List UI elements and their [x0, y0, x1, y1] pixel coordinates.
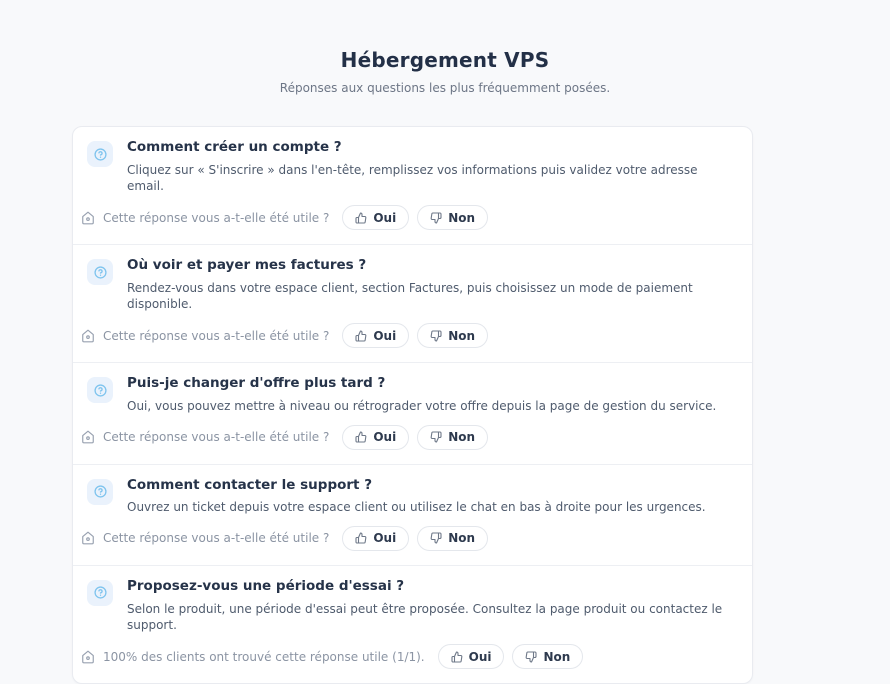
faq-question: Puis-je changer d'offre plus tard ? [127, 375, 716, 393]
feedback-text: Cette réponse vous a-t-elle été utile ? [103, 211, 329, 225]
faq-item: Puis-je changer d'offre plus tard ? Oui,… [73, 363, 752, 464]
help-circle-icon [87, 479, 113, 505]
vote-yes-label: Oui [373, 329, 396, 343]
faq-answer: Oui, vous pouvez mettre à niveau ou rétr… [127, 398, 716, 415]
vote-no-button[interactable]: Non [417, 526, 488, 551]
thumbs-up-icon [355, 431, 367, 443]
feedback-text: Cette réponse vous a-t-elle été utile ? [103, 329, 329, 343]
thumbs-down-icon [430, 330, 442, 342]
faq-question: Comment créer un compte ? [127, 139, 732, 157]
vote-yes-label: Oui [373, 430, 396, 444]
faq-card: Comment créer un compte ? Cliquez sur « … [72, 126, 753, 684]
thumbs-down-icon [430, 212, 442, 224]
vote-yes-button[interactable]: Oui [342, 526, 409, 551]
thumbs-up-icon [355, 330, 367, 342]
help-circle-icon [87, 377, 113, 403]
faq-item-texts: Comment contacter le support ? Ouvrez un… [127, 477, 706, 516]
home-icon [81, 531, 95, 545]
vote-no-button[interactable]: Non [417, 425, 488, 450]
faq-item: Où voir et payer mes factures ? Rendez-v… [73, 245, 752, 363]
help-circle-icon [87, 141, 113, 167]
faq-item-main: Comment créer un compte ? Cliquez sur « … [81, 139, 732, 195]
vote-no-label: Non [448, 531, 475, 545]
thumbs-down-icon [430, 532, 442, 544]
faq-feedback-row: Cette réponse vous a-t-elle été utile ? … [81, 323, 732, 348]
vote-yes-button[interactable]: Oui [342, 323, 409, 348]
thumbs-up-icon [451, 651, 463, 663]
thumbs-up-icon [355, 532, 367, 544]
help-circle-icon [87, 580, 113, 606]
vote-no-label: Non [448, 211, 475, 225]
vote-yes-button[interactable]: Oui [438, 644, 505, 669]
faq-item-texts: Où voir et payer mes factures ? Rendez-v… [127, 257, 732, 313]
faq-question: Où voir et payer mes factures ? [127, 257, 732, 275]
vote-yes-label: Oui [373, 211, 396, 225]
help-circle-icon [87, 259, 113, 285]
faq-feedback-row: 100% des clients ont trouvé cette répons… [81, 644, 732, 669]
thumbs-up-icon [355, 212, 367, 224]
faq-answer: Cliquez sur « S'inscrire » dans l'en-têt… [127, 162, 732, 196]
faq-item-main: Puis-je changer d'offre plus tard ? Oui,… [81, 375, 732, 414]
faq-answer: Selon le produit, une période d'essai pe… [127, 601, 732, 635]
home-icon [81, 650, 95, 664]
page-header: Hébergement VPS Réponses aux questions l… [0, 0, 890, 95]
home-icon [81, 211, 95, 225]
vote-no-label: Non [543, 650, 570, 664]
faq-feedback-row: Cette réponse vous a-t-elle été utile ? … [81, 205, 732, 230]
thumbs-down-icon [525, 651, 537, 663]
feedback-text: Cette réponse vous a-t-elle été utile ? [103, 531, 329, 545]
feedback-text: Cette réponse vous a-t-elle été utile ? [103, 430, 329, 444]
faq-item-main: Où voir et payer mes factures ? Rendez-v… [81, 257, 732, 313]
faq-item: Proposez-vous une période d'essai ? Selo… [73, 566, 752, 683]
faq-feedback-row: Cette réponse vous a-t-elle été utile ? … [81, 526, 732, 551]
faq-answer: Rendez-vous dans votre espace client, se… [127, 280, 732, 314]
vote-yes-button[interactable]: Oui [342, 205, 409, 230]
home-icon [81, 329, 95, 343]
vote-no-label: Non [448, 430, 475, 444]
faq-question: Comment contacter le support ? [127, 477, 706, 495]
faq-item-texts: Proposez-vous une période d'essai ? Selo… [127, 578, 732, 634]
vote-no-button[interactable]: Non [512, 644, 583, 669]
faq-item-texts: Comment créer un compte ? Cliquez sur « … [127, 139, 732, 195]
vote-yes-label: Oui [373, 531, 396, 545]
home-icon [81, 430, 95, 444]
faq-answer: Ouvrez un ticket depuis votre espace cli… [127, 499, 706, 516]
feedback-text: 100% des clients ont trouvé cette répons… [103, 650, 425, 664]
faq-item-main: Proposez-vous une période d'essai ? Selo… [81, 578, 732, 634]
vote-no-button[interactable]: Non [417, 205, 488, 230]
faq-item: Comment contacter le support ? Ouvrez un… [73, 465, 752, 566]
page-subtitle: Réponses aux questions les plus fréquemm… [0, 81, 890, 95]
faq-feedback-row: Cette réponse vous a-t-elle été utile ? … [81, 425, 732, 450]
vote-yes-label: Oui [469, 650, 492, 664]
faq-item-main: Comment contacter le support ? Ouvrez un… [81, 477, 732, 516]
vote-no-button[interactable]: Non [417, 323, 488, 348]
vote-no-label: Non [448, 329, 475, 343]
faq-item-texts: Puis-je changer d'offre plus tard ? Oui,… [127, 375, 716, 414]
vote-yes-button[interactable]: Oui [342, 425, 409, 450]
faq-question: Proposez-vous une période d'essai ? [127, 578, 732, 596]
faq-item: Comment créer un compte ? Cliquez sur « … [73, 127, 752, 245]
page-title: Hébergement VPS [0, 48, 890, 72]
thumbs-down-icon [430, 431, 442, 443]
